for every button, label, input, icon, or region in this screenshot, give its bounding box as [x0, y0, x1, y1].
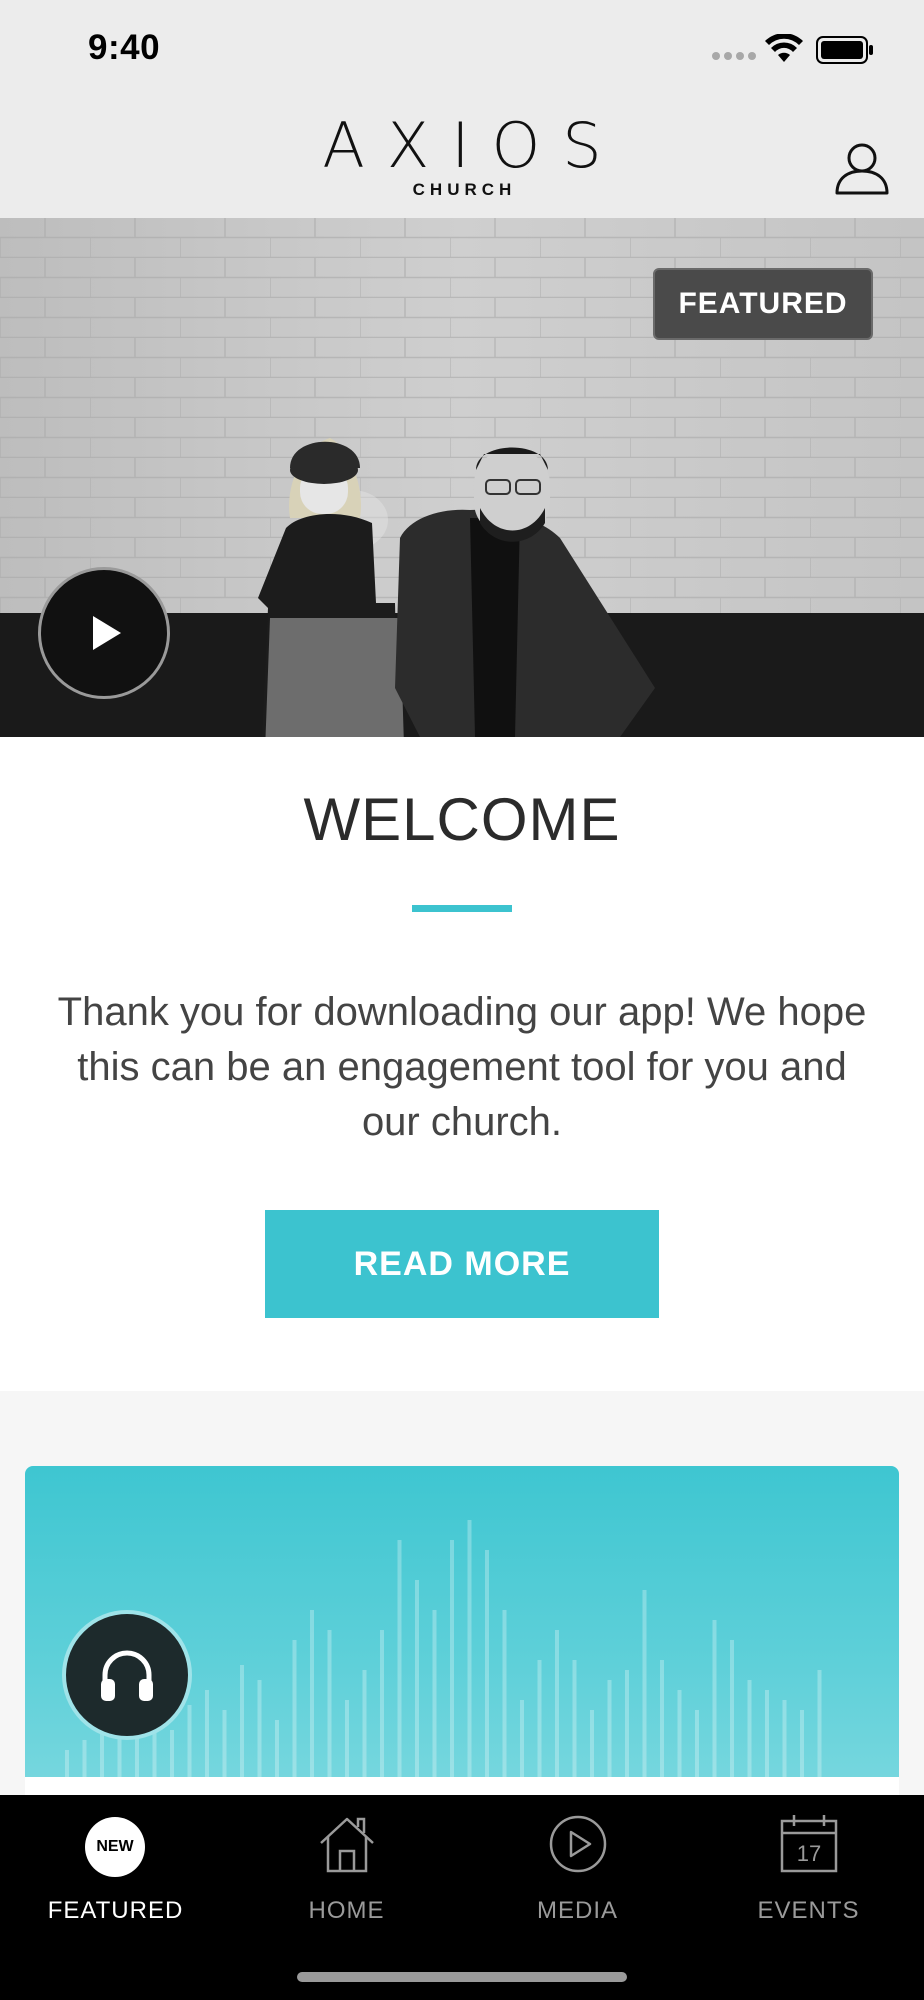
user-profile-icon[interactable] — [834, 140, 890, 196]
waveform-bar — [817, 1670, 822, 1780]
waveform-bar — [712, 1620, 717, 1780]
featured-badge: FEATURED — [653, 268, 873, 340]
featured-hero[interactable]: FEATURED — [0, 218, 924, 737]
waveform-bar — [800, 1710, 804, 1780]
waveform-bar — [310, 1610, 314, 1780]
new-badge-icon: NEW — [85, 1817, 145, 1877]
waveform-bar — [572, 1660, 577, 1780]
waveform-bar — [187, 1705, 192, 1780]
waveform-bar — [502, 1610, 507, 1780]
waveform-bar — [257, 1680, 262, 1780]
headphones-icon — [101, 1650, 153, 1701]
home-indicator — [297, 1972, 627, 1982]
waveform-bar — [467, 1520, 472, 1780]
play-button[interactable] — [38, 567, 170, 699]
welcome-divider — [412, 905, 512, 912]
wifi-icon — [765, 34, 803, 62]
waveform-bar — [450, 1540, 454, 1780]
welcome-title: WELCOME — [303, 786, 621, 853]
tab-label-featured: FEATURED — [47, 1897, 184, 1924]
waveform-bar — [590, 1710, 594, 1780]
headphones-button[interactable] — [62, 1610, 192, 1740]
tab-media[interactable]: MEDIA — [462, 1795, 693, 1935]
waveform-bar — [432, 1610, 437, 1780]
logo-sub-text: CHURCH — [412, 180, 517, 199]
waveform-bar — [362, 1670, 367, 1780]
waveform-bar — [730, 1640, 734, 1780]
battery-icon — [816, 36, 873, 64]
waveform-bar — [607, 1680, 612, 1780]
waveform-bar — [747, 1680, 752, 1780]
waveform-bar — [485, 1550, 489, 1780]
waveform-bar — [642, 1590, 647, 1780]
welcome-card: WELCOME Thank you for downloading our ap… — [0, 737, 924, 1391]
tab-label-events: EVENTS — [757, 1897, 860, 1924]
logo-main-text: AXIOS — [322, 109, 624, 182]
status-bar: 9:40 — [0, 0, 924, 100]
tab-home[interactable]: HOME — [231, 1795, 462, 1935]
waveform-bar — [677, 1690, 682, 1780]
waveform-bar — [520, 1700, 524, 1780]
tab-events[interactable]: 17 EVENTS — [693, 1795, 924, 1935]
waveform-bar — [205, 1690, 209, 1780]
tab-featured[interactable]: NEW FEATURED — [0, 1795, 231, 1935]
audio-card[interactable] — [25, 1466, 899, 1800]
waveform-bar — [292, 1640, 297, 1780]
waveform-bar — [765, 1690, 769, 1780]
waveform-bar — [625, 1670, 629, 1780]
waveform-bar — [240, 1665, 244, 1780]
welcome-body: Thank you for downloading our app! We ho… — [57, 990, 867, 1144]
waveform-bar — [345, 1700, 349, 1780]
waveform-bar — [327, 1630, 332, 1780]
waveform-bar — [555, 1630, 559, 1780]
waveform-bar — [170, 1730, 174, 1780]
waveform-bar — [65, 1750, 69, 1780]
tab-label-home: HOME — [308, 1897, 385, 1924]
read-more-button[interactable]: READ MORE — [265, 1210, 659, 1318]
waveform-bar — [275, 1720, 279, 1780]
waveform-bar — [82, 1740, 87, 1780]
waveform-bar — [537, 1660, 542, 1780]
calendar-day: 17 — [797, 1841, 821, 1866]
church-logo[interactable]: AXIOS CHURCH — [0, 114, 924, 200]
waveform-bar — [660, 1660, 664, 1780]
play-icon — [93, 616, 121, 650]
waveform-bar — [397, 1540, 402, 1780]
waveform-bar — [782, 1700, 787, 1780]
tab-bar: NEW FEATURED HOME MEDIA 17 EVENTS — [0, 1795, 924, 2000]
status-time: 9:40 — [88, 28, 161, 67]
app-header: AXIOS CHURCH — [0, 100, 924, 218]
waveform-bar — [415, 1580, 419, 1780]
waveform-bar — [380, 1630, 384, 1780]
home-icon — [320, 1817, 374, 1873]
tab-label-media: MEDIA — [536, 1897, 618, 1924]
cellular-signal-icon — [712, 52, 756, 60]
waveform-bar — [695, 1710, 699, 1780]
calendar-icon: 17 — [780, 1815, 838, 1873]
waveform-bar — [222, 1710, 227, 1780]
play-circle-icon — [549, 1815, 607, 1873]
